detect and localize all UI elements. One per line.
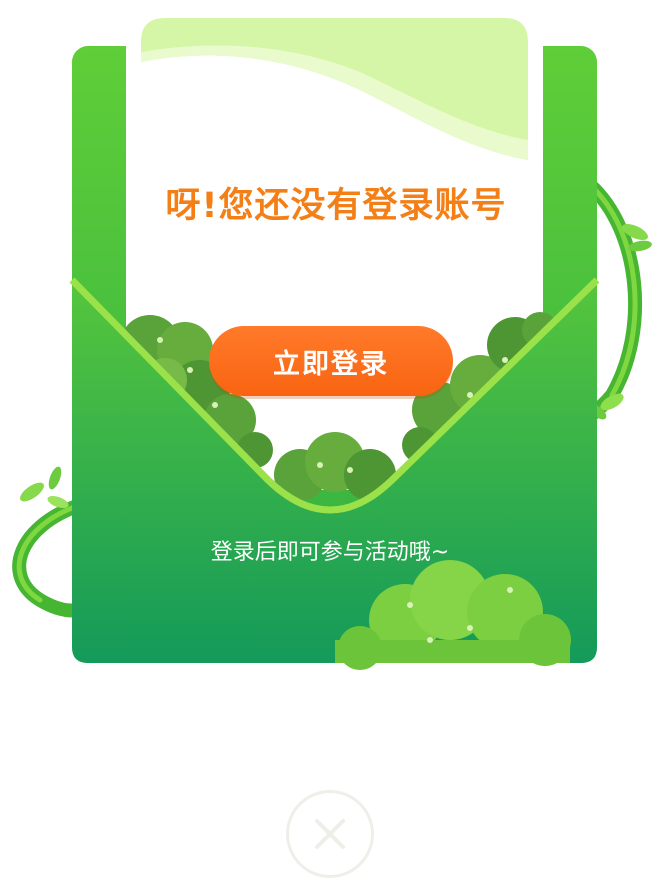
login-prompt-modal: 呀!您还没有登录账号 立即登录 登录后即可参与活动哦~ xyxy=(0,0,659,879)
close-icon xyxy=(315,819,345,849)
login-button[interactable]: 立即登录 xyxy=(209,326,453,396)
dialog-title: 呀!您还没有登录账号 xyxy=(165,186,507,226)
close-button[interactable] xyxy=(286,790,374,878)
envelope-illustration xyxy=(12,0,652,670)
login-hint-text: 登录后即可参与活动哦~ xyxy=(210,540,450,565)
